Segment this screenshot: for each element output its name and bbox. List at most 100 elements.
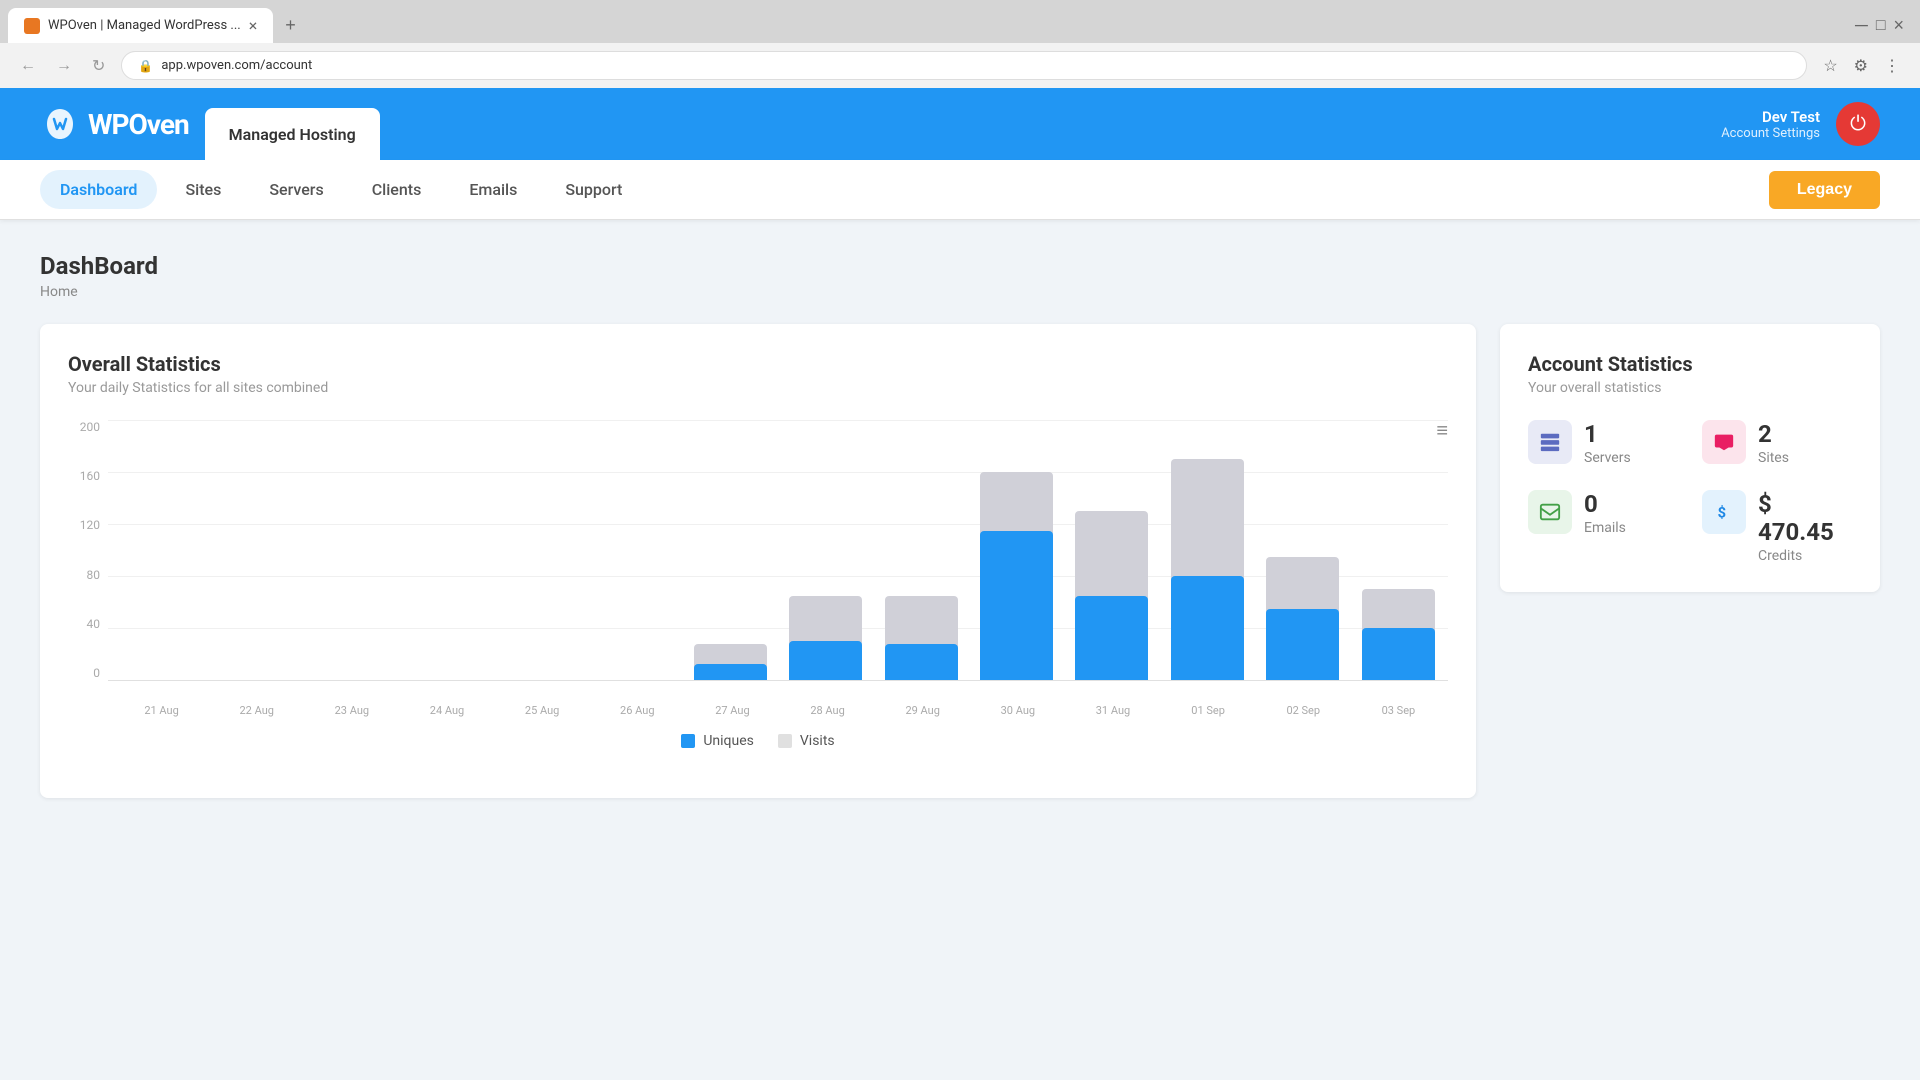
uniques-dot (681, 734, 695, 748)
emails-icon (1528, 490, 1572, 534)
legacy-button[interactable]: Legacy (1769, 171, 1880, 209)
browser-actions: ☆ ⚙ ⋮ (1819, 52, 1904, 80)
tab-bar: WPOven | Managed WordPress ... × + ─ □ × (0, 0, 1920, 43)
credits-stat-info: $ 470.45 Credits (1758, 490, 1852, 564)
nav-item-servers[interactable]: Servers (249, 170, 343, 209)
account-stats-title: Account Statistics (1528, 352, 1852, 376)
main-content: DashBoard Home Overall Statistics Your d… (0, 220, 1920, 830)
sites-stat-info: 2 Sites (1758, 420, 1789, 466)
servers-count: 1 (1584, 420, 1631, 448)
sites-icon (1702, 420, 1746, 464)
nav-item-support[interactable]: Support (545, 170, 642, 209)
account-statistics-card: Account Statistics Your overall statisti… (1500, 324, 1880, 592)
bar-group (303, 420, 394, 680)
visits-dot (778, 734, 792, 748)
y-label-80: 80 (68, 568, 100, 582)
tab-favicon (24, 18, 40, 34)
chart-area: ≡ 200 160 120 80 40 0 (68, 420, 1448, 770)
nav-item-emails[interactable]: Emails (449, 170, 537, 209)
bookmark-button[interactable]: ☆ (1819, 52, 1841, 80)
power-button[interactable]: ⏻ (1836, 102, 1880, 146)
account-stats-subtitle: Your overall statistics (1528, 380, 1852, 396)
y-axis: 200 160 120 80 40 0 (68, 420, 108, 700)
y-label-0: 0 (68, 666, 100, 680)
x-label: 02 Sep (1258, 700, 1349, 717)
x-label: 03 Sep (1353, 700, 1444, 717)
close-button[interactable]: × (1893, 15, 1904, 36)
legend-visits: Visits (778, 733, 835, 749)
legend-uniques: Uniques (681, 733, 754, 749)
servers-icon (1528, 420, 1572, 464)
emails-stat-info: 0 Emails (1584, 490, 1626, 536)
chart-wrapper: 200 160 120 80 40 0 (68, 420, 1448, 700)
x-label: 01 Sep (1163, 700, 1254, 717)
bar-uniques (1171, 576, 1244, 680)
bar-group (780, 420, 871, 680)
svg-text:$: $ (1718, 504, 1726, 522)
bar-group (1257, 420, 1348, 680)
logo-area: WPOven (40, 104, 189, 144)
managed-hosting-label: Managed Hosting (229, 125, 356, 144)
left-column: Overall Statistics Your daily Statistics… (40, 324, 1476, 798)
logo-text: WPOven (88, 108, 189, 141)
lock-icon: 🔒 (138, 59, 153, 73)
overall-stats-title: Overall Statistics (68, 352, 1448, 376)
nav-item-sites[interactable]: Sites (165, 170, 241, 209)
emails-label: Emails (1584, 520, 1626, 536)
bar-group (1162, 420, 1253, 680)
forward-button[interactable]: → (52, 53, 76, 79)
credits-icon: $ (1702, 490, 1746, 534)
emails-stat: 0 Emails (1528, 490, 1678, 564)
x-label: 28 Aug (782, 700, 873, 717)
browser-chrome: WPOven | Managed WordPress ... × + ─ □ ×… (0, 0, 1920, 88)
y-label-120: 120 (68, 518, 100, 532)
bar-uniques (980, 531, 1053, 681)
right-column: Account Statistics Your overall statisti… (1500, 324, 1880, 798)
bar-uniques (1362, 628, 1435, 680)
bar-group (1352, 420, 1443, 680)
bar-group (207, 420, 298, 680)
app-header: WPOven Managed Hosting Dev Test Account … (0, 88, 1920, 160)
more-button[interactable]: ⋮ (1880, 52, 1904, 80)
wpoven-logo-icon (40, 104, 80, 144)
x-label: 23 Aug (306, 700, 397, 717)
new-tab-button[interactable]: + (277, 11, 304, 40)
credits-stat: $ $ 470.45 Credits (1702, 490, 1852, 564)
back-button[interactable]: ← (16, 53, 40, 79)
maximize-button[interactable]: □ (1876, 17, 1886, 35)
credits-label: Credits (1758, 548, 1852, 564)
overall-stats-subtitle: Your daily Statistics for all sites comb… (68, 380, 1448, 396)
bar-uniques (789, 641, 862, 680)
x-label: 21 Aug (116, 700, 207, 717)
bar-group (971, 420, 1062, 680)
managed-hosting-tab[interactable]: Managed Hosting (205, 108, 380, 160)
account-info: Dev Test Account Settings (1721, 108, 1820, 141)
page-title-area: DashBoard Home (40, 252, 1880, 300)
servers-stat-info: 1 Servers (1584, 420, 1631, 466)
account-settings-link[interactable]: Account Settings (1721, 126, 1820, 141)
address-bar[interactable]: 🔒 app.wpoven.com/account (121, 51, 1807, 80)
chart-legend: Uniques Visits (68, 733, 1448, 749)
breadcrumb: Home (40, 284, 1880, 300)
bar-uniques (694, 664, 767, 680)
nav-item-clients[interactable]: Clients (352, 170, 442, 209)
reload-button[interactable]: ↻ (88, 52, 109, 80)
browser-controls: ← → ↻ 🔒 app.wpoven.com/account ☆ ⚙ ⋮ (0, 43, 1920, 88)
bar-group (112, 420, 203, 680)
emails-count: 0 (1584, 490, 1626, 518)
extensions-button[interactable]: ⚙ (1850, 52, 1872, 80)
minimize-button[interactable]: ─ (1855, 15, 1868, 36)
tab-close-button[interactable]: × (249, 16, 258, 35)
x-label: 26 Aug (592, 700, 683, 717)
bar-uniques (1075, 596, 1148, 681)
nav-items: Dashboard Sites Servers Clients Emails S… (40, 170, 1769, 209)
x-label: 31 Aug (1067, 700, 1158, 717)
page-title: DashBoard (40, 252, 1880, 280)
bar-group (589, 420, 680, 680)
active-tab[interactable]: WPOven | Managed WordPress ... × (8, 8, 273, 43)
url-text: app.wpoven.com/account (161, 58, 312, 73)
nav-item-dashboard[interactable]: Dashboard (40, 170, 157, 209)
sites-stat: 2 Sites (1702, 420, 1852, 466)
x-label: 30 Aug (972, 700, 1063, 717)
stat-grid: 1 Servers 2 Sites (1528, 420, 1852, 564)
